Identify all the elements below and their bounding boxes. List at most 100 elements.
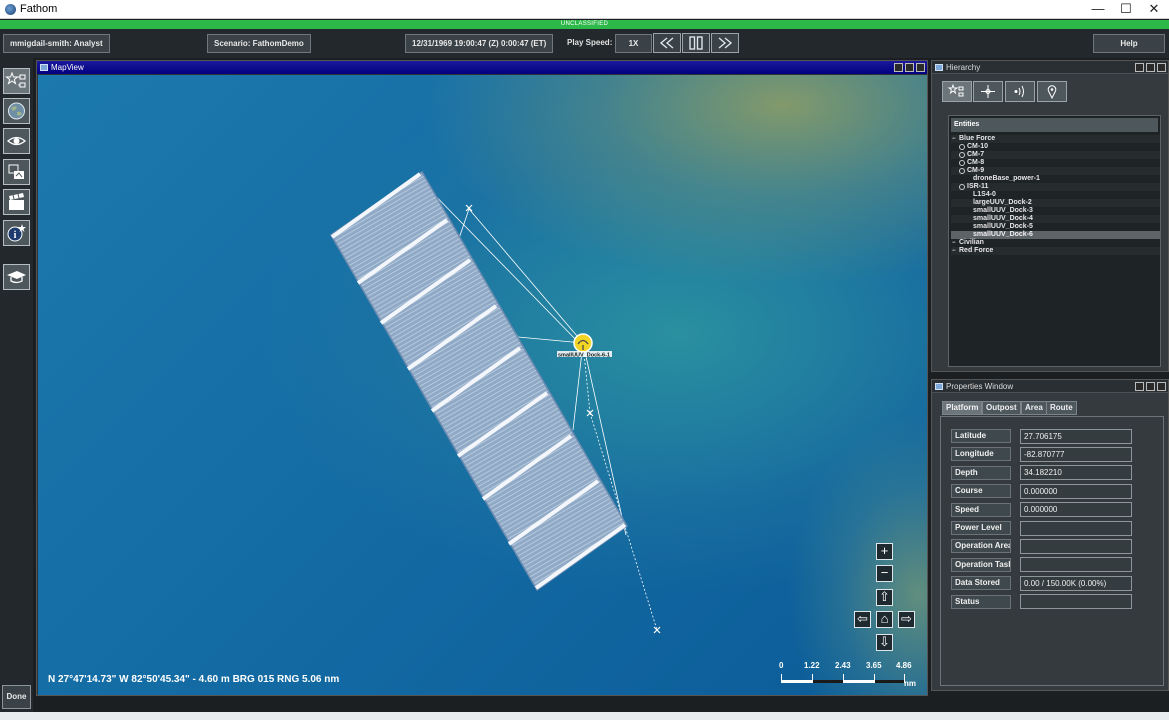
tree-item-label: smallUUV_Dock-4 — [973, 215, 1033, 222]
power-level-label: Power Level — [951, 521, 1011, 535]
status-field[interactable] — [1020, 594, 1132, 610]
scenario-tool-button[interactable] — [3, 189, 30, 215]
entities-icon — [5, 71, 26, 88]
map-canvas[interactable]: smallUUV_Dock-6-1 + − ⇧ ⇦ ⌂ ⇨ ⇩ 0 1.22 2… — [38, 75, 927, 695]
tree-item[interactable]: CM-10 — [951, 143, 1160, 151]
pause-button[interactable] — [682, 33, 710, 53]
tree-item-label: CM-9 — [967, 167, 985, 174]
depth-field[interactable]: 34.182210 — [1020, 465, 1132, 481]
longitude-field[interactable]: -82.870777 — [1020, 446, 1132, 462]
tab-platform[interactable]: Platform — [942, 401, 983, 415]
tree-item[interactable]: smallUUV_Dock-5 — [951, 223, 1160, 231]
expand-toggle-icon[interactable] — [959, 184, 965, 190]
selected-entity-marker[interactable]: smallUUV_Dock-6-1 — [557, 333, 612, 359]
play-speed-select[interactable]: 1X — [615, 34, 652, 53]
speed-field[interactable]: 0.000000 — [1020, 502, 1132, 518]
tree-item[interactable]: CM-7 — [951, 151, 1160, 159]
entities-tool-button[interactable] — [3, 68, 30, 94]
course-label: Course — [951, 484, 1011, 499]
info-tool-button[interactable]: i — [3, 220, 30, 246]
expand-toggle-icon[interactable] — [959, 160, 965, 166]
operation-area-field[interactable] — [1020, 538, 1132, 554]
close-button[interactable]: ✕ — [1139, 0, 1169, 18]
close-panel-button[interactable] — [916, 63, 925, 72]
hierarchy-header: Hierarchy — [932, 61, 1168, 74]
scenario-button[interactable]: Scenario: FathomDemo — [207, 34, 311, 53]
clapper-icon — [9, 193, 24, 210]
maximize-panel-button[interactable] — [1146, 63, 1155, 72]
window-icon — [935, 383, 943, 390]
top-toolbar: mmigdail-smith: Analyst Scenario: Fathom… — [0, 29, 1169, 58]
os-taskbar — [0, 712, 1169, 720]
tree-item[interactable]: − Blue Force — [951, 135, 1160, 143]
tree-item[interactable]: droneBase_power-1 — [951, 175, 1160, 183]
pan-left-button[interactable]: ⇦ — [854, 611, 871, 628]
data-stored-field[interactable]: 0.00 / 150.00K (0.00%) — [1020, 575, 1132, 591]
pause-icon — [689, 36, 703, 50]
power-level-field[interactable] — [1020, 520, 1132, 536]
tree-item-label: smallUUV_Dock-3 — [973, 207, 1033, 214]
close-panel-button[interactable] — [1157, 382, 1166, 391]
plus-icon: + — [880, 543, 889, 558]
collapse-icon[interactable]: − — [952, 135, 956, 143]
dock-structure[interactable] — [330, 170, 628, 592]
training-tool-button[interactable] — [3, 264, 30, 290]
latitude-field[interactable]: 27.706175 — [1020, 428, 1132, 444]
zoom-in-button[interactable]: + — [876, 543, 893, 560]
maximize-panel-button[interactable] — [1146, 382, 1155, 391]
minimize-panel-button[interactable] — [894, 63, 903, 72]
tree-item[interactable]: largeUUV_Dock-2 — [951, 199, 1160, 207]
tree-item[interactable]: smallUUV_Dock-4 — [951, 215, 1160, 223]
maximize-panel-button[interactable] — [905, 63, 914, 72]
tree-item-label: CM-10 — [967, 143, 989, 150]
minimize-panel-button[interactable] — [1135, 63, 1144, 72]
tab-area[interactable]: Area — [1021, 401, 1047, 415]
help-button[interactable]: Help — [1093, 34, 1165, 53]
tree-item-label: Civilian — [959, 239, 984, 246]
done-button[interactable]: Done — [2, 685, 31, 709]
minimize-panel-button[interactable] — [1135, 382, 1144, 391]
course-field[interactable]: 0.000000 — [1020, 483, 1132, 499]
tab-route[interactable]: Route — [1046, 401, 1077, 415]
globe-tool-button[interactable] — [3, 98, 30, 124]
close-panel-button[interactable] — [1157, 63, 1166, 72]
tree-item[interactable]: smallUUV_Dock-3 — [951, 207, 1160, 215]
pan-up-button[interactable]: ⇧ — [876, 589, 893, 606]
pan-down-button[interactable]: ⇩ — [876, 634, 893, 651]
tab-sensors[interactable] — [973, 81, 1003, 102]
minimize-button[interactable]: — — [1083, 0, 1113, 18]
expand-toggle-icon[interactable] — [959, 144, 965, 150]
data-stored-label: Data Stored — [951, 576, 1011, 591]
fast-forward-button[interactable] — [711, 33, 739, 53]
zoom-out-button[interactable]: − — [876, 565, 893, 582]
tree-item[interactable]: smallUUV_Dock-6 — [951, 231, 1160, 239]
maximize-button[interactable]: ☐ — [1111, 0, 1141, 18]
expand-toggle-icon[interactable] — [959, 168, 965, 174]
tree-item[interactable]: − Civilian — [951, 239, 1160, 247]
collapse-icon[interactable]: − — [952, 247, 956, 255]
platform-properties: Latitude 27.706175 Longitude -82.870777 Dept… — [940, 416, 1164, 686]
operation-task-field[interactable] — [1020, 557, 1132, 573]
scale-unit: nm — [904, 679, 916, 688]
visibility-tool-button[interactable] — [3, 128, 30, 154]
rewind-button[interactable] — [653, 33, 681, 53]
home-button[interactable]: ⌂ — [876, 611, 893, 628]
tab-signals[interactable] — [1005, 81, 1035, 102]
user-button[interactable]: mmigdail-smith: Analyst — [3, 34, 110, 53]
tree-item[interactable]: ISR-11 — [951, 183, 1160, 191]
expand-toggle-icon[interactable] — [959, 152, 965, 158]
scale-bar — [781, 674, 905, 683]
tab-outpost[interactable]: Outpost — [982, 401, 1021, 415]
properties-panel: Properties Window Platform Outpost Area … — [931, 379, 1169, 691]
tree-item[interactable]: CM-9 — [951, 167, 1160, 175]
collapse-icon[interactable]: − — [952, 239, 956, 247]
layers-tool-button[interactable] — [3, 159, 30, 185]
tree-item[interactable]: CM-8 — [951, 159, 1160, 167]
tree-item[interactable]: L1S4-0 — [951, 191, 1160, 199]
tree-item[interactable]: − Red Force — [951, 247, 1160, 255]
tree-item-label: smallUUV_Dock-6 — [973, 231, 1033, 238]
tab-entities[interactable] — [942, 81, 972, 102]
tab-locations[interactable] — [1037, 81, 1067, 102]
pan-right-button[interactable]: ⇨ — [898, 611, 915, 628]
crosshair-icon — [981, 85, 995, 98]
